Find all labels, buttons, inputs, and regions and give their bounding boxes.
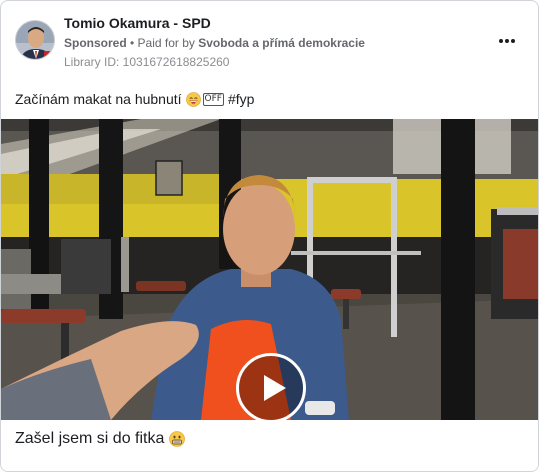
video-player[interactable] <box>1 119 538 420</box>
ad-header: Tomio Okamura - SPD Sponsored • Paid for… <box>1 1 538 79</box>
more-options-icon[interactable] <box>495 31 519 51</box>
caption-hashtag[interactable]: #fyp <box>228 91 254 107</box>
payer-name[interactable]: Svoboda a přímá demokracie <box>198 36 365 50</box>
page-avatar[interactable] <box>15 20 55 60</box>
avatar-image <box>16 21 54 59</box>
off-tag-emoji-icon: OFF <box>202 92 224 106</box>
video-footer: Zašel jsem si do fitka <box>1 420 538 471</box>
grinning-face-emoji-icon <box>185 91 201 107</box>
video-footer-label: Zašel jsem si do fitka <box>15 430 165 447</box>
play-icon[interactable] <box>236 353 306 420</box>
sponsored-label: Sponsored <box>64 36 127 50</box>
video-footer-text: Zašel jsem si do fitka <box>15 430 186 448</box>
page-name[interactable]: Tomio Okamura - SPD <box>64 15 211 31</box>
sponsor-line: Sponsored • Paid for by Svoboda a přímá … <box>64 36 365 50</box>
separator-dot: • <box>126 36 138 50</box>
paid-for-prefix: Paid for by <box>137 36 199 50</box>
grimacing-face-emoji-icon <box>169 431 186 447</box>
ad-caption: Začínám makat na hubnutí OFF #fyp <box>15 91 254 107</box>
library-id: Library ID: 1031672618825260 <box>64 55 230 69</box>
caption-text: Začínám makat na hubnutí <box>15 91 182 107</box>
ad-card: Tomio Okamura - SPD Sponsored • Paid for… <box>0 0 539 472</box>
